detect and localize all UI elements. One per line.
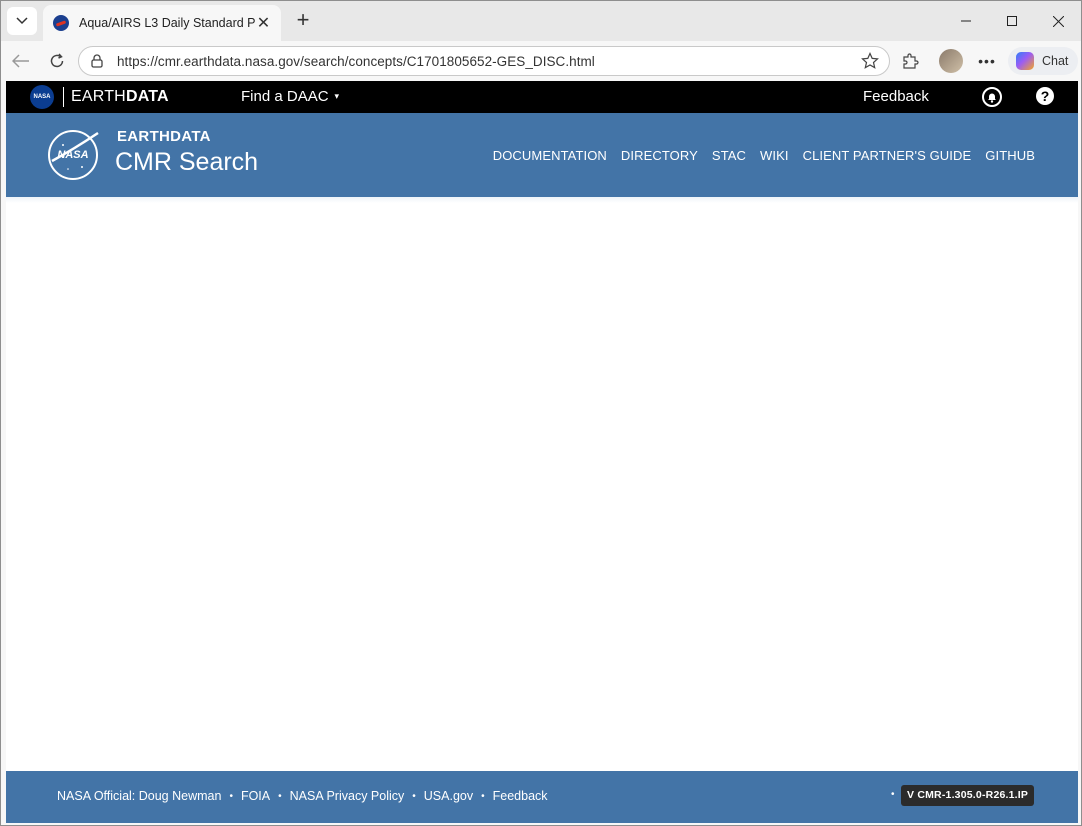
browser-window: Aqua/AIRS L3 Daily Standard Physical Ret… bbox=[0, 0, 1082, 826]
lock-icon[interactable] bbox=[89, 53, 105, 69]
footer-link-foia[interactable]: FOIA bbox=[241, 789, 270, 803]
version-badge: V CMR-1.305.0-R26.1.IP bbox=[901, 785, 1035, 806]
star-icon[interactable] bbox=[861, 52, 879, 70]
caret-down-icon: ▾ bbox=[334, 91, 340, 101]
minimize-button[interactable] bbox=[943, 1, 989, 41]
more-horizontal-icon: ••• bbox=[978, 53, 996, 69]
nav-directory[interactable]: DIRECTORY bbox=[621, 148, 698, 163]
tab-title: Aqua/AIRS L3 Daily Standard Physical Ret… bbox=[79, 16, 256, 30]
svg-text:NASA: NASA bbox=[57, 149, 88, 161]
nasa-logo-icon[interactable]: NASA bbox=[30, 85, 54, 109]
browser-toolbar: https://cmr.earthdata.nasa.gov/search/co… bbox=[1, 41, 1081, 81]
nav-wiki[interactable]: WIKI bbox=[760, 148, 789, 163]
brand-cmr-search[interactable]: CMR Search bbox=[115, 148, 258, 177]
nav-stac[interactable]: STAC bbox=[712, 148, 746, 163]
nav-github[interactable]: GITHUB bbox=[985, 148, 1035, 163]
address-bar[interactable]: https://cmr.earthdata.nasa.gov/search/co… bbox=[78, 46, 890, 76]
copilot-chat-button[interactable]: Chat bbox=[1008, 47, 1078, 75]
copilot-icon bbox=[1016, 52, 1034, 70]
bell-icon[interactable] bbox=[982, 87, 1002, 107]
close-icon bbox=[1052, 15, 1064, 27]
header-nav: DOCUMENTATION DIRECTORY STAC WIKI CLIENT… bbox=[493, 148, 1035, 163]
earthdata-feedback-link[interactable]: Feedback bbox=[863, 88, 929, 105]
more-options-button[interactable]: ••• bbox=[975, 49, 999, 73]
puzzle-icon bbox=[903, 53, 919, 69]
site-footer: NASA Official: Doug Newman • FOIA • NASA… bbox=[6, 771, 1078, 823]
header-shadow bbox=[6, 197, 1078, 203]
footer-link-privacy[interactable]: NASA Privacy Policy bbox=[290, 789, 405, 803]
copilot-label: Chat bbox=[1042, 54, 1069, 68]
back-button[interactable] bbox=[7, 47, 35, 75]
maximize-icon bbox=[1007, 16, 1017, 26]
earthdata-bar: NASA EARTHDATA Find a DAAC ▾ Feedback ? bbox=[6, 81, 1078, 113]
browser-tab[interactable]: Aqua/AIRS L3 Daily Standard Physical Ret… bbox=[43, 5, 281, 41]
maximize-button[interactable] bbox=[989, 1, 1035, 41]
close-window-button[interactable] bbox=[1035, 1, 1081, 41]
footer-links: NASA Official: Doug Newman • FOIA • NASA… bbox=[57, 789, 548, 803]
help-icon[interactable]: ? bbox=[1036, 87, 1054, 105]
profile-avatar[interactable] bbox=[939, 49, 963, 73]
tab-list-button[interactable] bbox=[7, 7, 37, 35]
footer-link-usagov[interactable]: USA.gov bbox=[424, 789, 473, 803]
refresh-button[interactable] bbox=[43, 47, 71, 75]
footer-link-feedback[interactable]: Feedback bbox=[493, 789, 548, 803]
nasa-favicon-icon bbox=[53, 15, 69, 31]
chevron-down-icon bbox=[16, 17, 28, 25]
close-tab-icon[interactable]: ✕ bbox=[256, 13, 271, 33]
site-header: NASA EARTHDATA CMR Search DOCUMENTATION … bbox=[6, 113, 1078, 197]
brand-earthdata[interactable]: EARTHDATA bbox=[117, 128, 211, 145]
arrow-left-icon bbox=[12, 54, 29, 68]
earthdata-divider bbox=[63, 87, 64, 107]
minimize-icon bbox=[961, 20, 971, 22]
new-tab-button[interactable]: + bbox=[291, 9, 315, 33]
extensions-button[interactable] bbox=[898, 49, 922, 73]
window-controls bbox=[943, 1, 1081, 41]
title-bar: Aqua/AIRS L3 Daily Standard Physical Ret… bbox=[1, 1, 1081, 41]
nasa-meatball-icon[interactable]: NASA bbox=[46, 127, 102, 183]
earthdata-wordmark[interactable]: EARTHDATA bbox=[71, 88, 169, 106]
page-viewport: NASA EARTHDATA Find a DAAC ▾ Feedback ? N… bbox=[6, 81, 1078, 823]
refresh-icon bbox=[50, 53, 64, 68]
nasa-official: NASA Official: Doug Newman bbox=[57, 789, 222, 803]
nav-documentation[interactable]: DOCUMENTATION bbox=[493, 148, 607, 163]
url-text[interactable]: https://cmr.earthdata.nasa.gov/search/co… bbox=[117, 54, 595, 69]
find-daac-dropdown[interactable]: Find a DAAC ▾ bbox=[241, 88, 339, 105]
nav-client-partners-guide[interactable]: CLIENT PARTNER'S GUIDE bbox=[803, 148, 972, 163]
